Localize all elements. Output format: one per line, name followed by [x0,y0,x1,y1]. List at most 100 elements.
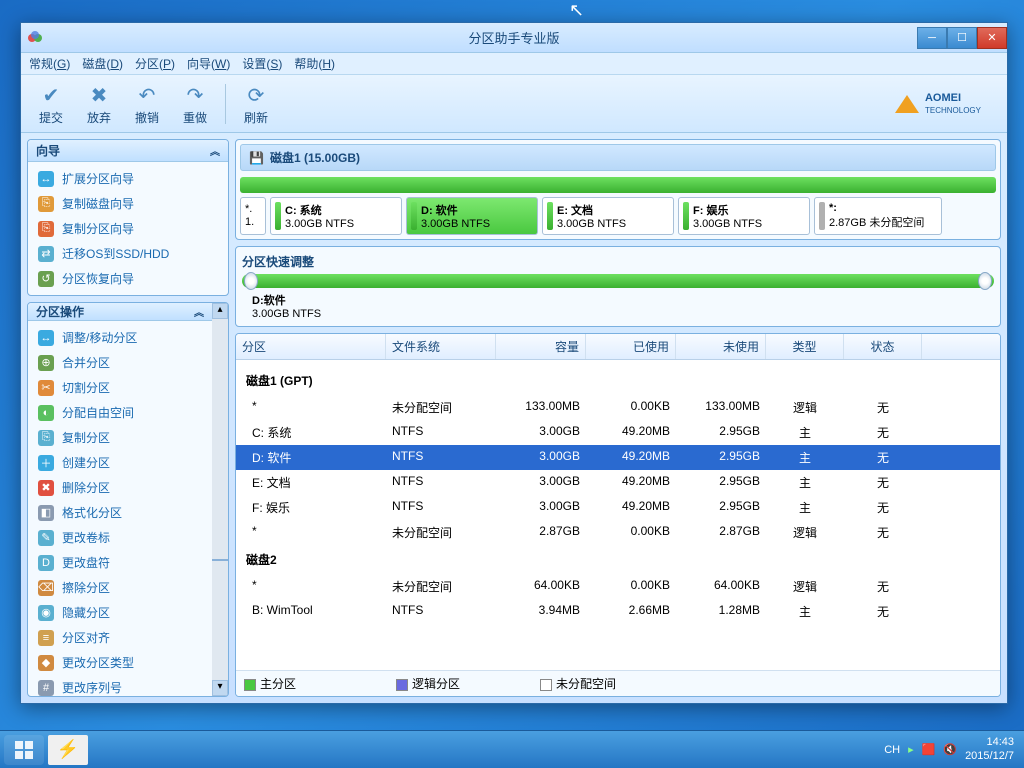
table-row[interactable]: *未分配空间2.87GB0.00KB2.87GB逻辑无 [236,520,1000,545]
tool-icon: ✖ [85,81,113,109]
toolbar-放弃[interactable]: ✖放弃 [75,77,123,130]
column-header[interactable]: 容量 [496,334,586,359]
table-row[interactable]: E: 文档NTFS3.00GB49.20MB2.95GB主无 [236,470,1000,495]
maximize-button[interactable]: ☐ [947,27,977,49]
sidebar-icon: ✖ [38,480,54,496]
menu-item[interactable]: 磁盘(D) [82,55,123,72]
sidebar-item[interactable]: ≡分区对齐 [28,625,212,650]
menu-item[interactable]: 设置(S) [242,55,282,72]
sidebar: 向导 ︽ ↔扩展分区向导⎘复制磁盘向导⎘复制分区向导⇄迁移OS到SSD/HDD↺… [27,139,229,697]
slider-handle-right[interactable] [978,272,992,290]
adjust-panel: 分区快速调整 D:软件 3.00GB NTFS [235,246,1001,327]
column-header[interactable]: 类型 [766,334,844,359]
partition-box[interactable]: C: 系统3.00GB NTFS [270,197,402,235]
sidebar-item[interactable]: ⌫擦除分区 [28,575,212,600]
tray-icon[interactable]: ▸ [908,743,914,756]
sidebar-item[interactable]: ⎘复制分区向导 [28,216,228,241]
toolbar-刷新[interactable]: ⟳刷新 [232,77,280,130]
menu-item[interactable]: 常规(G) [29,55,70,72]
sidebar-item[interactable]: D更改盘符 [28,550,212,575]
close-button[interactable]: ✕ [977,27,1007,49]
table-row[interactable]: B: WimToolNTFS3.94MB2.66MB1.28MB主无 [236,599,1000,624]
table-row[interactable]: *未分配空间64.00KB0.00KB64.00KB逻辑无 [236,574,1000,599]
sidebar-item[interactable]: ◆更改分区类型 [28,650,212,675]
sidebar-icon: ↔ [38,330,54,346]
sidebar-item[interactable]: ⇄迁移OS到SSD/HDD [28,241,228,266]
menu-item[interactable]: 分区(P) [135,55,175,72]
scroll-up-button[interactable]: ▴ [212,303,228,319]
titlebar[interactable]: 分区助手专业版 ─ ☐ ✕ [21,23,1007,53]
partition-box[interactable]: *:2.87GB 未分配空间 [814,197,942,235]
sidebar-item[interactable]: ◉隐藏分区 [28,600,212,625]
tool-icon: ↶ [133,81,161,109]
taskbar-app[interactable]: ⚡ [48,735,88,765]
tray-icon[interactable]: 🔇 [943,743,957,756]
chevron-up-icon: ︽ [194,304,204,319]
menubar: 常规(G) 磁盘(D) 分区(P) 向导(W) 设置(S) 帮助(H) [21,53,1007,75]
partition-box[interactable]: E: 文档3.00GB NTFS [542,197,674,235]
sidebar-item[interactable]: ✖删除分区 [28,475,212,500]
sidebar-item[interactable]: ⊕合并分区 [28,350,212,375]
column-header[interactable]: 文件系统 [386,334,496,359]
table-row[interactable]: *未分配空间133.00MB0.00KB133.00MB逻辑无 [236,395,1000,420]
sidebar-item[interactable]: ＋创建分区 [28,450,212,475]
column-header[interactable]: 状态 [844,334,922,359]
slider-handle-left[interactable] [244,272,258,290]
column-header[interactable]: 分区 [236,334,386,359]
disk-title[interactable]: 💾 磁盘1 (15.00GB) [240,144,996,171]
table-row[interactable]: D: 软件NTFS3.00GB49.20MB2.95GB主无 [236,445,1000,470]
toolbar-撤销[interactable]: ↶撤销 [123,77,171,130]
sidebar-item[interactable]: ✎更改卷标 [28,525,212,550]
sidebar-icon: ⎘ [38,196,54,212]
sidebar-icon: ⊕ [38,355,54,371]
cursor-icon: ↖ [569,0,584,21]
ops-header[interactable]: 分区操作 ︽ [28,303,212,321]
toolbar-提交[interactable]: ✔提交 [27,77,75,130]
tray-lang[interactable]: CH [884,744,900,756]
toolbar: ✔提交✖放弃↶撤销↷重做⟳刷新AOMEITECHNOLOGY [21,75,1007,133]
sidebar-item[interactable]: ◐分配自由空间 [28,400,212,425]
sidebar-item[interactable]: ⎘复制磁盘向导 [28,191,228,216]
size-slider[interactable] [242,274,994,288]
sidebar-item[interactable]: ↔调整/移动分区 [28,325,212,350]
start-button[interactable] [4,735,44,765]
sidebar-icon: # [38,680,54,696]
legend-primary: 主分区 [260,677,296,691]
sidebar-item[interactable]: ⎘复制分区 [28,425,212,450]
windows-icon [14,740,34,760]
sidebar-icon: ≡ [38,630,54,646]
chevron-up-icon: ︽ [210,143,220,158]
sidebar-item[interactable]: #更改序列号 [28,675,212,696]
disk-group-row[interactable]: 磁盘1 (GPT) [236,366,1000,395]
disk-group-row[interactable]: 磁盘2 [236,545,1000,574]
sidebar-icon: ↺ [38,271,54,287]
table-row[interactable]: F: 娱乐NTFS3.00GB49.20MB2.95GB主无 [236,495,1000,520]
tool-icon: ⟳ [242,81,270,109]
tool-icon: ✔ [37,81,65,109]
sidebar-icon: ⎘ [38,221,54,237]
sidebar-icon: ✂ [38,380,54,396]
sidebar-scrollbar[interactable]: ▴ ▾ [212,303,228,696]
tray-clock[interactable]: 14:43 2015/12/7 [965,736,1014,762]
minimize-button[interactable]: ─ [917,27,947,49]
tray-icon[interactable]: 🟥 [922,743,936,756]
column-header[interactable]: 已使用 [586,334,676,359]
menu-item[interactable]: 帮助(H) [294,55,335,72]
table-row[interactable]: C: 系统NTFS3.00GB49.20MB2.95GB主无 [236,420,1000,445]
scroll-down-button[interactable]: ▾ [212,680,228,696]
wizard-header[interactable]: 向导 ︽ [28,140,228,162]
sidebar-icon: D [38,555,54,571]
main-window: 分区助手专业版 ─ ☐ ✕ 常规(G) 磁盘(D) 分区(P) 向导(W) 设置(S) 帮… [20,22,1008,704]
disk-icon: 💾 [249,151,264,165]
toolbar-重做[interactable]: ↷重做 [171,77,219,130]
partition-box[interactable]: F: 娱乐3.00GB NTFS [678,197,810,235]
menu-item[interactable]: 向导(W) [187,55,230,72]
sidebar-item[interactable]: ↺分区恢复向导 [28,266,228,291]
partition-box[interactable]: D: 软件3.00GB NTFS [406,197,538,235]
sidebar-item[interactable]: ✂切割分区 [28,375,212,400]
scroll-thumb[interactable] [212,559,228,561]
legend: 主分区 逻辑分区 未分配空间 [236,670,1000,696]
column-header[interactable]: 未使用 [676,334,766,359]
sidebar-item[interactable]: ↔扩展分区向导 [28,166,228,191]
sidebar-item[interactable]: ◧格式化分区 [28,500,212,525]
